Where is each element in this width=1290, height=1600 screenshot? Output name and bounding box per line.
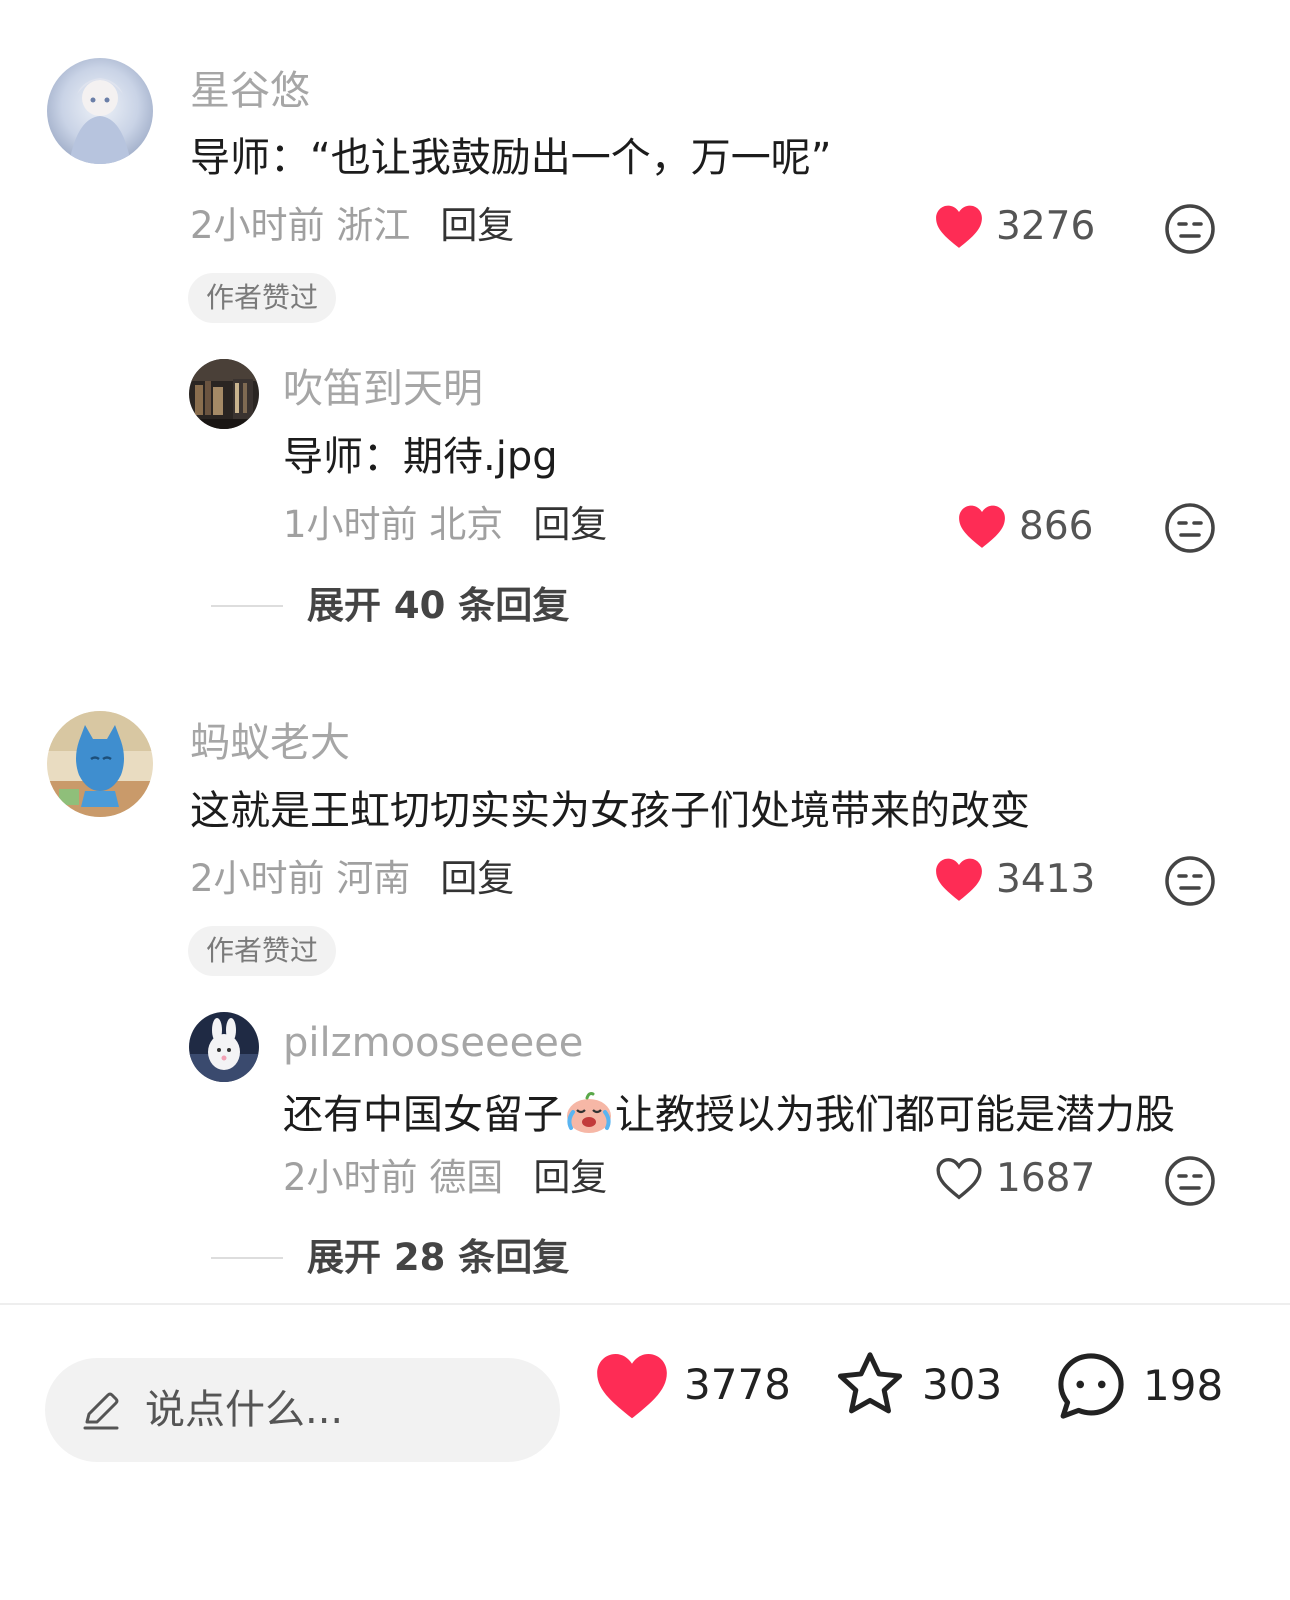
post-favorite-button[interactable]: 303: [832, 1348, 1002, 1422]
comment-input[interactable]: 说点什么...: [45, 1358, 560, 1462]
like-count: 866: [1019, 503, 1094, 549]
post-comment-count: 198: [1143, 1361, 1224, 1410]
avatar[interactable]: [189, 359, 259, 429]
like-count: 3413: [996, 856, 1096, 902]
reply-text: 还有中国女留子 让教授以为我们都可能是潜力股: [283, 1090, 1175, 1135]
neutral-face-icon: [1165, 1156, 1215, 1206]
expand-replies-button[interactable]: 展开 40 条回复: [211, 587, 569, 624]
comment-username[interactable]: 蚂蚁老大: [190, 723, 350, 763]
reply-text-part: 还有中国女留子: [283, 1092, 563, 1138]
like-button[interactable]: 866: [957, 503, 1093, 549]
like-button[interactable]: 3276: [934, 203, 1095, 249]
divider-line: [211, 1256, 283, 1259]
crying-face-emoji-icon: [563, 1090, 615, 1133]
like-button[interactable]: 3413: [934, 856, 1095, 902]
reply-button[interactable]: 回复: [440, 204, 514, 247]
comment-bubble-icon: [1058, 1353, 1124, 1419]
reply-meta: 2小时前 德国 回复: [283, 1159, 607, 1196]
comment-time-location: 2小时前 浙江: [190, 204, 411, 247]
pencil-icon: [83, 1392, 119, 1430]
neutral-face-icon: [1165, 503, 1215, 553]
comment-text: 导师：“也让我鼓励出一个，万一呢”: [190, 135, 832, 181]
neutral-face-icon: [1165, 204, 1215, 254]
post-like-button[interactable]: 3778: [594, 1350, 791, 1420]
heart-filled-icon: [936, 205, 982, 248]
like-count: 3276: [996, 203, 1096, 249]
neutral-face-icon: [1165, 856, 1215, 906]
bottom-bar-divider: [0, 1303, 1290, 1305]
expand-replies-label: 展开 28 条回复: [307, 1236, 570, 1279]
heart-outline-icon: [936, 1157, 982, 1200]
reply-time-location: 2小时前 德国: [283, 1156, 504, 1199]
expand-replies-button[interactable]: 展开 28 条回复: [211, 1239, 569, 1276]
reply-button[interactable]: 回复: [533, 1156, 607, 1199]
comment-meta: 2小时前 浙江 回复: [190, 207, 514, 244]
reply-text-part: 让教授以为我们都可能是潜力股: [615, 1092, 1175, 1138]
comment-input-placeholder: 说点什么...: [145, 1387, 344, 1433]
author-liked-badge: 作者赞过: [188, 926, 337, 976]
dislike-button[interactable]: [1164, 502, 1216, 554]
reply-text: 导师：期待.jpg: [283, 434, 558, 480]
divider-line: [211, 604, 283, 607]
reply-button[interactable]: 回复: [440, 857, 514, 900]
avatar[interactable]: [189, 1012, 259, 1082]
comment-meta: 2小时前 河南 回复: [190, 860, 514, 897]
heart-filled-icon: [597, 1353, 667, 1419]
reply-button[interactable]: 回复: [533, 503, 607, 546]
author-liked-badge: 作者赞过: [188, 273, 337, 323]
comment-text: 这就是王虹切切实实为女孩子们处境带来的改变: [190, 788, 1030, 834]
dislike-button[interactable]: [1164, 855, 1216, 907]
like-button[interactable]: 1687: [934, 1155, 1095, 1201]
post-comment-button[interactable]: 198: [1053, 1348, 1223, 1424]
comment-time-location: 2小时前 河南: [190, 857, 411, 900]
comment-username[interactable]: 星谷悠: [190, 71, 310, 111]
heart-filled-icon: [959, 505, 1005, 548]
expand-replies-label: 展开 40 条回复: [307, 584, 570, 627]
avatar[interactable]: [47, 58, 153, 164]
post-favorite-count: 303: [922, 1360, 1003, 1409]
post-like-count: 3778: [684, 1360, 791, 1409]
avatar[interactable]: [47, 711, 153, 817]
like-count: 1687: [996, 1155, 1096, 1201]
reply-time-location: 1小时前 北京: [283, 503, 504, 546]
reply-username[interactable]: 吹笛到天明: [283, 369, 483, 409]
heart-filled-icon: [936, 858, 982, 901]
star-outline-icon: [837, 1352, 903, 1414]
reply-username[interactable]: pilzmooseeeee: [283, 1023, 583, 1063]
dislike-button[interactable]: [1164, 203, 1216, 255]
dislike-button[interactable]: [1164, 1155, 1216, 1207]
reply-meta: 1小时前 北京 回复: [283, 506, 607, 543]
